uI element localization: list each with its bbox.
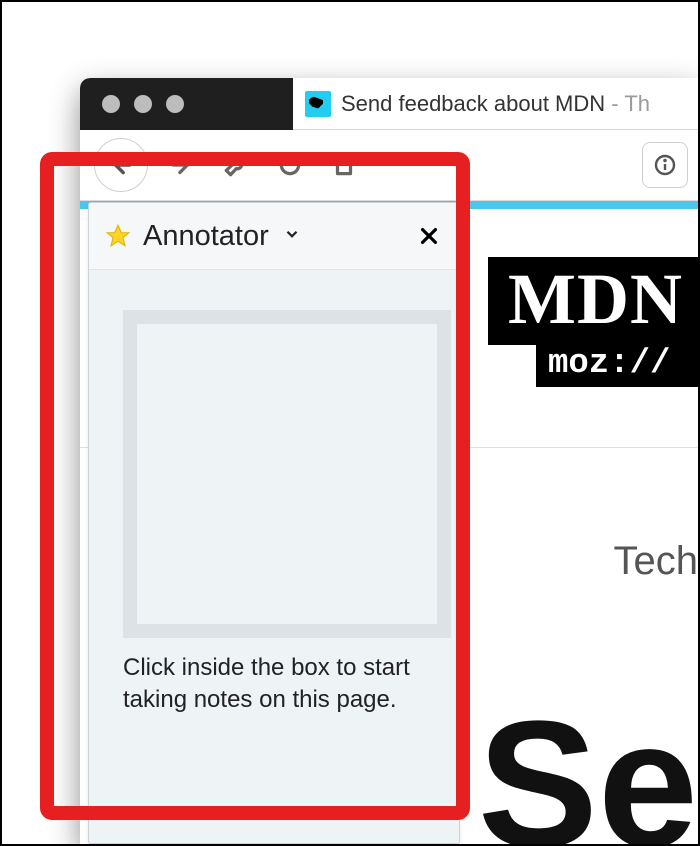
devtools-button[interactable] <box>216 145 256 185</box>
nav-toolbar <box>80 130 698 201</box>
note-hint: Click inside the box to start taking not… <box>89 648 459 717</box>
mdn-logo-bottom: moz:// <box>536 343 698 387</box>
tab-title: Send feedback about MDN - Th <box>341 91 650 117</box>
chevron-down-icon <box>283 225 301 243</box>
home-button[interactable] <box>324 145 364 185</box>
wrench-icon <box>223 152 249 178</box>
info-icon <box>653 153 677 177</box>
sidebar-close-button[interactable] <box>415 222 443 250</box>
tab-bar: Send feedback about MDN - Th <box>80 78 698 130</box>
forward-button[interactable] <box>162 145 202 185</box>
sidebar-title: Annotator <box>143 220 269 253</box>
forward-arrow-icon <box>169 152 195 178</box>
note-area <box>89 270 459 648</box>
home-icon <box>331 152 357 178</box>
nav-link-tech[interactable]: Tech <box>614 539 699 584</box>
note-input-box[interactable] <box>123 310 451 638</box>
annotator-sidebar: Annotator Click inside the box to start … <box>88 202 460 844</box>
window-zoom-dot[interactable] <box>166 95 184 113</box>
back-arrow-icon <box>108 152 134 178</box>
browser-tab[interactable]: Send feedback about MDN - Th <box>293 78 698 130</box>
window-close-dot[interactable] <box>102 95 120 113</box>
reload-icon <box>277 152 303 178</box>
traffic-lights <box>80 78 293 130</box>
tab-favicon <box>305 91 331 117</box>
url-bar[interactable] <box>642 142 688 188</box>
reload-button[interactable] <box>270 145 310 185</box>
window-minimize-dot[interactable] <box>134 95 152 113</box>
screenshot-stage: Send feedback about MDN - Th <box>0 0 700 846</box>
mdn-logo-top: MDN <box>488 257 698 345</box>
tab-title-suffix: - Th <box>605 91 650 116</box>
star-icon <box>105 223 131 249</box>
tab-title-text: Send feedback about MDN <box>341 91 605 116</box>
sidebar-header: Annotator <box>89 203 459 270</box>
close-icon <box>418 225 440 247</box>
back-button[interactable] <box>94 138 148 192</box>
page-headline-fragment: Se <box>478 695 698 844</box>
sidebar-dropdown[interactable] <box>283 225 301 248</box>
